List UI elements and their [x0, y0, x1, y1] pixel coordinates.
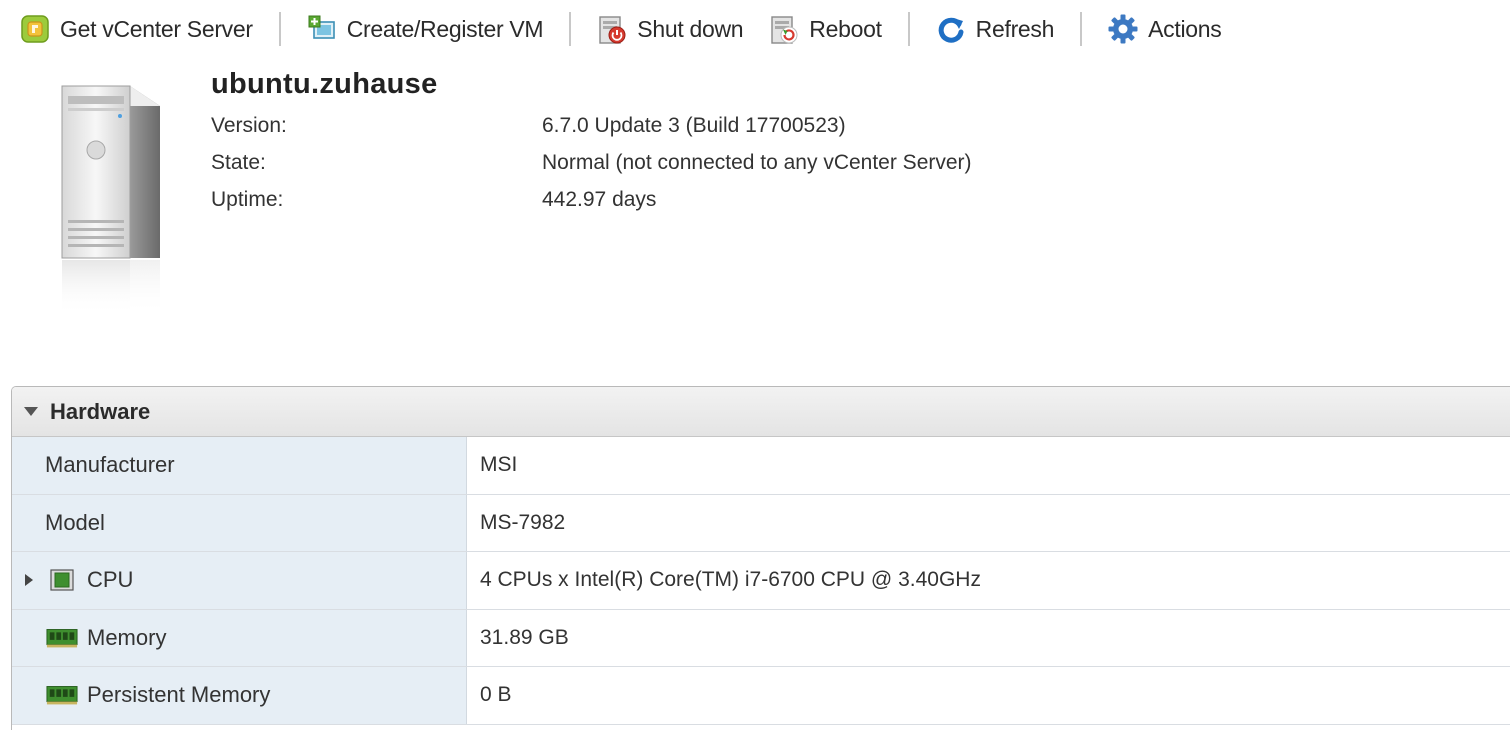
refresh-label: Refresh: [975, 15, 1055, 42]
row-label: Manufacturer: [45, 452, 175, 478]
row-key-cell: Model: [12, 494, 467, 551]
row-label: Persistent Memory: [87, 682, 271, 708]
row-value-cell: 31.89 GB: [467, 609, 1510, 666]
hardware-panel-title: Hardware: [50, 398, 151, 424]
create-vm-icon: [305, 12, 339, 46]
memory-module-icon: [46, 625, 78, 651]
toolbar-separator: [278, 12, 281, 46]
toolbar: Get vCenter Server Create/Register VM Sh…: [0, 0, 1510, 58]
row-value-cell: 0 B: [467, 667, 1510, 724]
create-register-vm-button[interactable]: Create/Register VM: [305, 9, 544, 49]
reboot-button[interactable]: Reboot: [767, 9, 882, 49]
row-key-cell: CPU: [12, 552, 467, 609]
table-row: Memory 31.89 GB: [12, 609, 1510, 667]
toolbar-separator: [907, 12, 910, 46]
host-name: ubuntu.zuhause: [211, 68, 438, 100]
refresh-icon: [934, 12, 968, 46]
gear-icon: [1106, 12, 1140, 46]
toolbar-separator: [569, 12, 572, 46]
row-value-cell: 4 CPUs x Intel(R) Core(TM) i7-6700 CPU @…: [467, 552, 1510, 609]
shut-down-icon: [595, 12, 629, 46]
info-value: 6.7.0 Update 3 (Build 17700523): [542, 114, 846, 137]
info-label: Version:: [211, 114, 287, 137]
row-key-cell: Memory: [12, 609, 467, 666]
info-label: Uptime:: [211, 188, 284, 211]
server-tower-icon: [50, 80, 170, 320]
create-register-vm-label: Create/Register VM: [346, 15, 544, 42]
row-value-cell: MSI: [467, 437, 1510, 494]
shut-down-button[interactable]: Shut down: [595, 9, 744, 49]
collapse-caret-icon[interactable]: [24, 407, 38, 416]
hardware-panel: Hardware Manufacturer MSI Model MS-7982 …: [11, 386, 1510, 730]
actions-button[interactable]: Actions: [1106, 9, 1222, 49]
row-key-cell: Persistent Memory: [12, 667, 467, 724]
row-label: Model: [45, 509, 105, 535]
cpu-chip-icon: [46, 567, 78, 593]
get-vcenter-button[interactable]: Get vCenter Server: [18, 9, 253, 49]
table-row[interactable]: CPU 4 CPUs x Intel(R) Core(TM) i7-6700 C…: [12, 552, 1510, 610]
row-label: Memory: [87, 624, 167, 650]
hardware-panel-header[interactable]: Hardware: [12, 387, 1510, 437]
row-key-cell: Manufacturer: [12, 437, 467, 494]
table-row: Manufacturer MSI: [12, 437, 1510, 495]
vcenter-icon: [18, 12, 52, 46]
row-label: CPU: [87, 567, 134, 593]
actions-label: Actions: [1148, 15, 1222, 42]
toolbar-separator: [1080, 12, 1083, 46]
refresh-button[interactable]: Refresh: [934, 9, 1054, 49]
get-vcenter-label: Get vCenter Server: [60, 15, 253, 42]
table-row: Model MS-7982: [12, 494, 1510, 552]
info-value: Normal (not connected to any vCenter Ser…: [542, 151, 972, 174]
info-value: 442.97 days: [542, 188, 657, 211]
table-row: Persistent Memory 0 B: [12, 667, 1510, 725]
reboot-label: Reboot: [809, 15, 882, 42]
row-value-cell: MS-7982: [467, 494, 1510, 551]
expand-chevron-icon[interactable]: [25, 574, 33, 587]
shut-down-label: Shut down: [637, 15, 744, 42]
info-label: State:: [211, 151, 266, 174]
memory-module-icon: [46, 682, 78, 708]
reboot-icon: [767, 12, 801, 46]
